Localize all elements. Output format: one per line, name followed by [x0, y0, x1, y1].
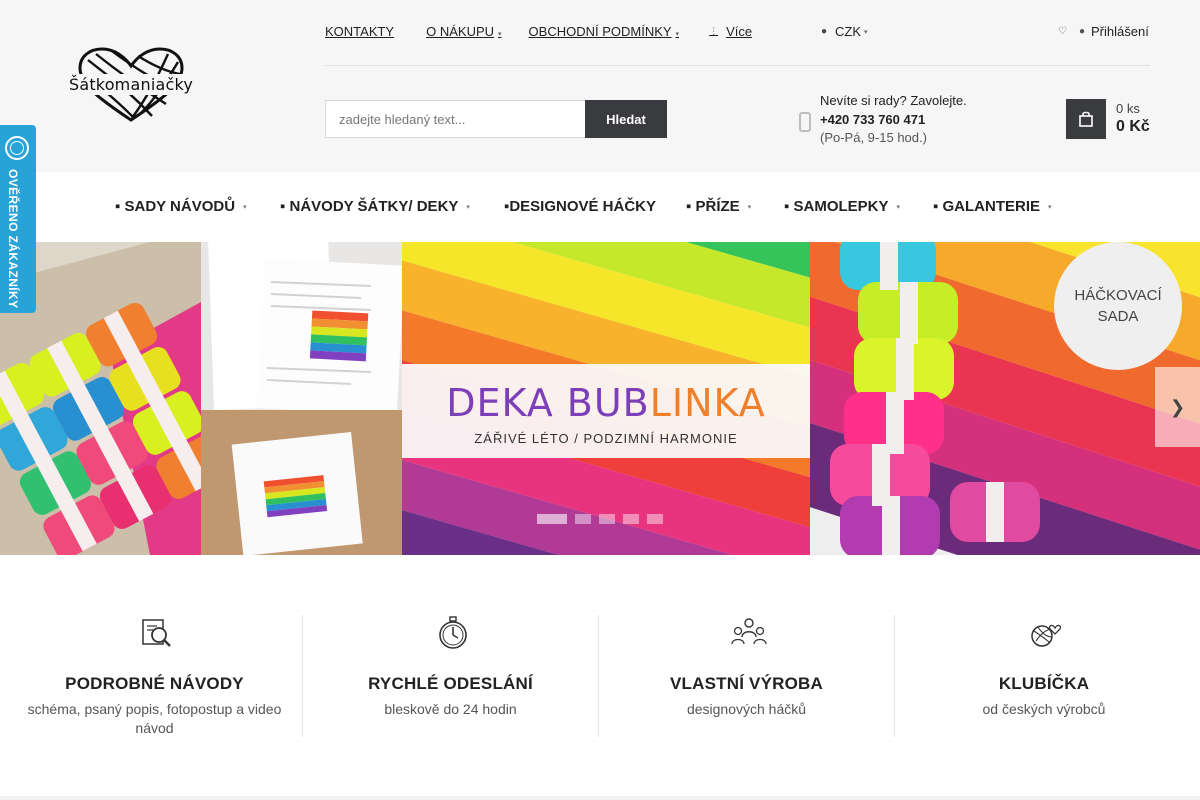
chevron-down-icon: ▾	[243, 203, 247, 211]
hero-image-patterns	[201, 242, 402, 555]
nav-item-label: ▪ SAMOLEPKY	[784, 198, 889, 215]
badge-label: OVĚŘENO ZÁKAZNÍKY	[6, 169, 20, 309]
feature-subtitle: od českých výrobců	[982, 701, 1106, 717]
hero-slider[interactable]: DEKA BUBLINKA ZÁŘIVÉ LÉTO / PODZIMNÍ HAR…	[0, 242, 1200, 555]
cart-count[interactable]: 0 ks	[1116, 101, 1140, 116]
top-link-label: Více	[726, 24, 753, 39]
pattern-sheets-illustration	[201, 242, 402, 555]
slider-dots	[537, 514, 663, 524]
logo[interactable]: Šátkomaniačky	[68, 46, 194, 124]
top-link-o-nakupu[interactable]: O NÁKUPU ▾	[426, 24, 501, 39]
divider	[325, 65, 1150, 66]
contact-phone[interactable]: +420 733 760 471	[820, 111, 967, 130]
verified-seal-icon	[5, 136, 29, 160]
people-icon	[731, 618, 767, 645]
hero-image-yarn-stack: HÁČKOVACÍ SADA	[810, 242, 1200, 555]
feature-subtitle: schéma, psaný popis, fotopostup a video …	[27, 701, 282, 736]
feature-title: KLUBÍČKA	[998, 674, 1090, 693]
top-link-label: OBCHODNÍ PODMÍNKY	[528, 24, 672, 39]
crochet-kit-badge: HÁČKOVACÍ SADA	[1054, 242, 1182, 370]
feature-subtitle: bleskově do 24 hodin	[384, 701, 517, 717]
chevron-down-icon: ▾	[747, 203, 752, 211]
hero-title-part1: DEKA BUB	[446, 381, 650, 425]
currency-label: CZK	[835, 24, 862, 39]
user-icon: ●	[1078, 26, 1086, 37]
top-navigation: KONTAKTY O NÁKUPU ▾ OBCHODNÍ PODMÍNKY ▾ ⋮ V…	[325, 24, 752, 39]
top-link-label: O NÁKUPU	[426, 24, 495, 39]
nav-item-samolepky[interactable]: ▪ SAMOLEPKY ▾	[784, 198, 900, 215]
slider-dot-2[interactable]	[575, 514, 591, 524]
login-link[interactable]: ♡ ● Přihlášení	[1058, 24, 1149, 39]
phone-icon	[799, 112, 811, 132]
slider-dot-5[interactable]	[647, 514, 663, 524]
search-input[interactable]	[325, 100, 585, 138]
nav-item-label: ▪ PŘÍZE	[686, 198, 740, 215]
feature-title: RYCHLÉ ODESLÁNÍ	[368, 674, 533, 693]
top-link-vice[interactable]: ⋮ Více	[709, 24, 752, 39]
nav-item-prize[interactable]: ▪ PŘÍZE ▾	[686, 198, 751, 215]
magnifier-document-icon	[142, 619, 171, 647]
nav-item-sady-navodu[interactable]: ▪ SADY NÁVODŮ ▾	[115, 198, 247, 215]
stopwatch-icon	[439, 616, 467, 649]
hero-banner-box: DEKA BUBLINKA ZÁŘIVÉ LÉTO / PODZIMNÍ HAR…	[402, 364, 810, 458]
yarn-heart-icon	[1031, 624, 1062, 647]
verified-customers-badge[interactable]: OVĚŘENO ZÁKAZNÍKY	[0, 125, 36, 313]
cart-price[interactable]: 0 Kč	[1116, 118, 1150, 136]
top-link-obchodni-podminky[interactable]: OBCHODNÍ PODMÍNKY ▾	[529, 24, 680, 39]
coin-icon: ●	[821, 26, 828, 37]
cart-button[interactable]	[1066, 99, 1106, 139]
shopping-bag-icon	[1079, 111, 1093, 127]
contact-info: Nevíte si rady? Zavolejte. +420 733 760 …	[820, 92, 967, 148]
header: Šátkomaniačky KONTAKTY O NÁKUPU ▾ OBCHODN…	[0, 0, 1200, 172]
divider	[0, 796, 1200, 800]
feature-title: PODROBNÉ NÁVODY	[65, 674, 244, 693]
chevron-down-icon: ▾	[466, 203, 470, 211]
contact-prompt: Nevíte si rady? Zavolejte.	[820, 93, 967, 108]
nav-item-label: ▪ NÁVODY ŠÁTKY/ DEKY	[280, 198, 459, 215]
chevron-down-icon: ▾	[1048, 203, 1052, 211]
nav-item-label: ▪ GALANTERIE	[933, 198, 1040, 215]
slider-next-arrow-icon[interactable]: ❯	[1155, 367, 1200, 447]
chevron-down-icon: ▾	[896, 203, 901, 211]
chevron-down-icon: ▾	[864, 28, 868, 36]
crochet-kit-badge-line1: HÁČKOVACÍ	[1074, 287, 1162, 304]
crochet-kit-badge-line2: SADA	[1097, 308, 1139, 325]
nav-item-label: ▪DESIGNOVÉ HÁČKY	[504, 198, 657, 215]
features-section: PODROBNÉ NÁVODY schéma, psaný popis, fot…	[0, 555, 1200, 800]
feature-klubicka: KLUBÍČKA od českých výrobců	[896, 615, 1192, 737]
hero-image-blanket: DEKA BUBLINKA ZÁŘIVÉ LÉTO / PODZIMNÍ HAR…	[402, 242, 810, 555]
login-label: Přihlášení	[1091, 24, 1149, 39]
feature-subtitle: designových háčků	[686, 701, 807, 717]
slider-dot-4[interactable]	[623, 514, 639, 524]
contact-hours: (Po-Pá, 9-15 hod.)	[820, 130, 927, 145]
more-dots-icon: ⋮	[709, 26, 719, 36]
nav-item-galanterie[interactable]: ▪ GALANTERIE ▾	[933, 198, 1052, 215]
nav-item-navody-satky-deky[interactable]: ▪ NÁVODY ŠÁTKY/ DEKY ▾	[280, 198, 470, 215]
nav-item-label: ▪ SADY NÁVODŮ	[115, 198, 236, 215]
hero-title: DEKA BUBLINKA	[402, 381, 810, 425]
slider-dot-3[interactable]	[599, 514, 615, 524]
feature-rychle-odeslani: RYCHLÉ ODESLÁNÍ bleskově do 24 hodin	[303, 615, 599, 737]
chevron-down-icon: ▾	[498, 30, 502, 38]
logo-text: Šátkomaniačky	[68, 74, 194, 95]
currency-selector[interactable]: ● CZK ▾	[821, 24, 868, 39]
search-button[interactable]: Hledat	[585, 100, 667, 138]
hero-subtitle: ZÁŘIVÉ LÉTO / PODZIMNÍ HARMONIE	[474, 431, 738, 446]
heart-icon[interactable]: ♡	[1058, 26, 1067, 37]
feature-title: VLASTNÍ VÝROBA	[670, 674, 823, 693]
hero-title-part2: LINKA	[649, 381, 766, 425]
nav-item-designove-hacky[interactable]: ▪DESIGNOVÉ HÁČKY	[504, 198, 656, 215]
chevron-down-icon: ▾	[675, 30, 680, 38]
top-link-label: KONTAKTY	[325, 24, 395, 39]
main-navigation: ▪ SADY NÁVODŮ ▾ ▪ NÁVODY ŠÁTKY/ DEKY ▾ ▪DE…	[0, 172, 1200, 242]
slider-dot-1[interactable]	[537, 514, 567, 524]
feature-podrobne-navody: PODROBNÉ NÁVODY schéma, psaný popis, fot…	[7, 615, 303, 737]
feature-vlastni-vyroba: VLASTNÍ VÝROBA designových háčků	[599, 615, 895, 737]
top-link-kontakty[interactable]: KONTAKTY	[325, 24, 394, 39]
search-form: Hledat	[325, 100, 667, 138]
